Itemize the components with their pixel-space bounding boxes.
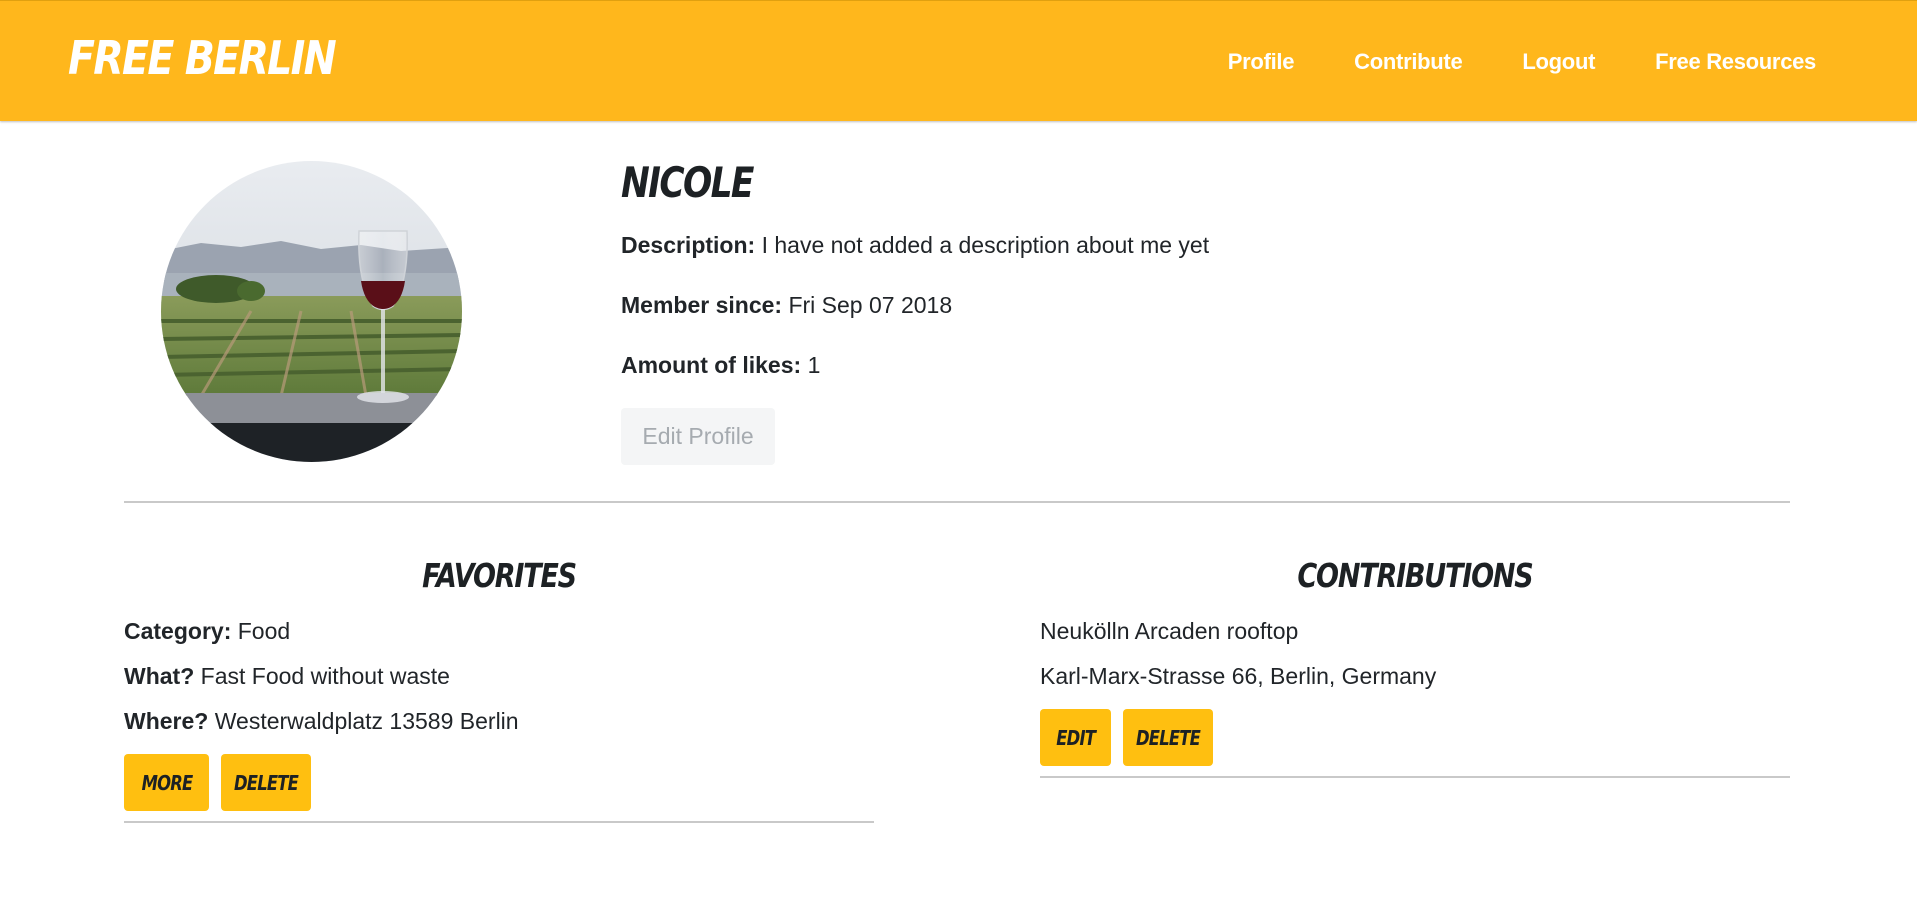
favorites-title: Favorites xyxy=(422,556,577,595)
contribution-divider xyxy=(1040,776,1790,778)
description-line: Description: I have not added a descript… xyxy=(621,232,1209,259)
contribution-delete-button[interactable]: Delete xyxy=(1123,709,1213,766)
top-navbar: Free Berlin Profile Contribute Logout Fr… xyxy=(0,0,1917,121)
nav-link-free-resources[interactable]: Free Resources xyxy=(1655,49,1816,75)
favorite-where-line: Where? Westerwaldplatz 13589 Berlin xyxy=(124,708,519,735)
favorite-category-line: Category: Food xyxy=(124,618,290,645)
contribution-address: Karl-Marx-Strasse 66, Berlin, Germany xyxy=(1040,663,1437,689)
favorite-what-value: Fast Food without waste xyxy=(200,663,450,689)
favorite-more-label: More xyxy=(141,770,193,795)
section-divider xyxy=(124,501,1790,503)
contribution-name: Neukölln Arcaden rooftop xyxy=(1040,618,1299,644)
favorite-delete-label: Delete xyxy=(234,770,299,795)
favorite-where-label: Where? xyxy=(124,708,209,734)
description-label: Description: xyxy=(621,232,756,258)
nav-links: Profile Contribute Logout Free Resources xyxy=(1168,49,1817,75)
favorite-category-label: Category: xyxy=(124,618,232,644)
avatar xyxy=(161,161,462,462)
favorite-category-value: Food xyxy=(237,618,291,644)
likes-value: 1 xyxy=(807,352,821,378)
contribution-delete-label: Delete xyxy=(1136,725,1201,750)
favorite-divider xyxy=(124,821,874,823)
favorite-where-value: Westerwaldplatz 13589 Berlin xyxy=(214,708,519,734)
favorite-what-label: What? xyxy=(124,663,195,689)
member-since-value: Fri Sep 07 2018 xyxy=(788,292,953,318)
favorite-delete-button[interactable]: Delete xyxy=(221,754,311,811)
nav-link-profile[interactable]: Profile xyxy=(1228,49,1295,75)
member-since-line: Member since: Fri Sep 07 2018 xyxy=(621,292,952,319)
likes-line: Amount of likes: 1 xyxy=(621,352,820,379)
wine-glass-vineyard-photo xyxy=(161,161,462,462)
brand-logo[interactable]: Free Berlin xyxy=(68,31,337,85)
contributions-title: Contributions xyxy=(1297,556,1533,595)
nav-link-contribute[interactable]: Contribute xyxy=(1354,49,1463,75)
profile-name: Nicole xyxy=(621,158,754,207)
contribution-edit-button[interactable]: Edit xyxy=(1040,709,1111,766)
edit-profile-button[interactable]: Edit Profile xyxy=(621,408,775,465)
member-since-label: Member since: xyxy=(621,292,783,318)
contribution-edit-label: Edit xyxy=(1056,725,1096,750)
nav-link-logout[interactable]: Logout xyxy=(1522,49,1595,75)
likes-label: Amount of likes: xyxy=(621,352,802,378)
favorite-what-line: What? Fast Food without waste xyxy=(124,663,450,690)
description-value: I have not added a description about me … xyxy=(761,232,1210,258)
favorite-more-button[interactable]: More xyxy=(124,754,209,811)
